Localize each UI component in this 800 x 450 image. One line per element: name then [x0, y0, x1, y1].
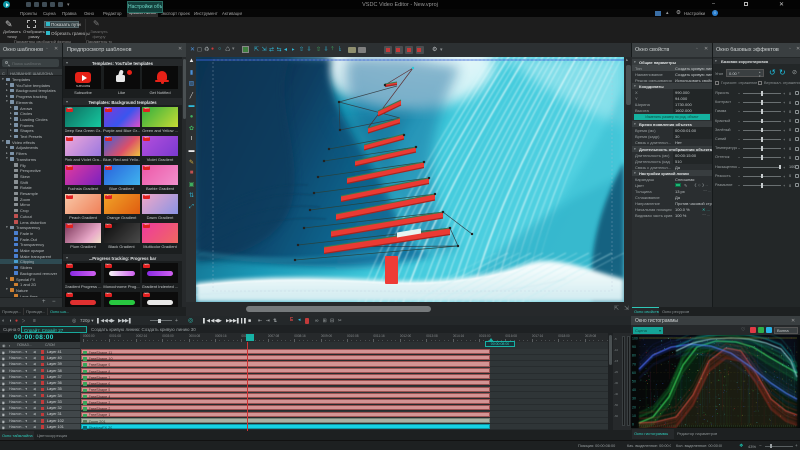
- svg-text:40: 40: [632, 388, 636, 392]
- svg-text:30: 30: [632, 397, 636, 401]
- svg-text:20: 20: [632, 405, 636, 409]
- svg-text:60: 60: [632, 371, 636, 375]
- svg-text:70: 70: [632, 362, 636, 366]
- svg-text:100: 100: [632, 337, 638, 341]
- svg-text:90: 90: [632, 345, 636, 349]
- svg-text:50: 50: [632, 380, 636, 384]
- svg-text:10: 10: [632, 414, 636, 418]
- svg-text:0: 0: [632, 423, 634, 427]
- svg-text:80: 80: [632, 354, 636, 358]
